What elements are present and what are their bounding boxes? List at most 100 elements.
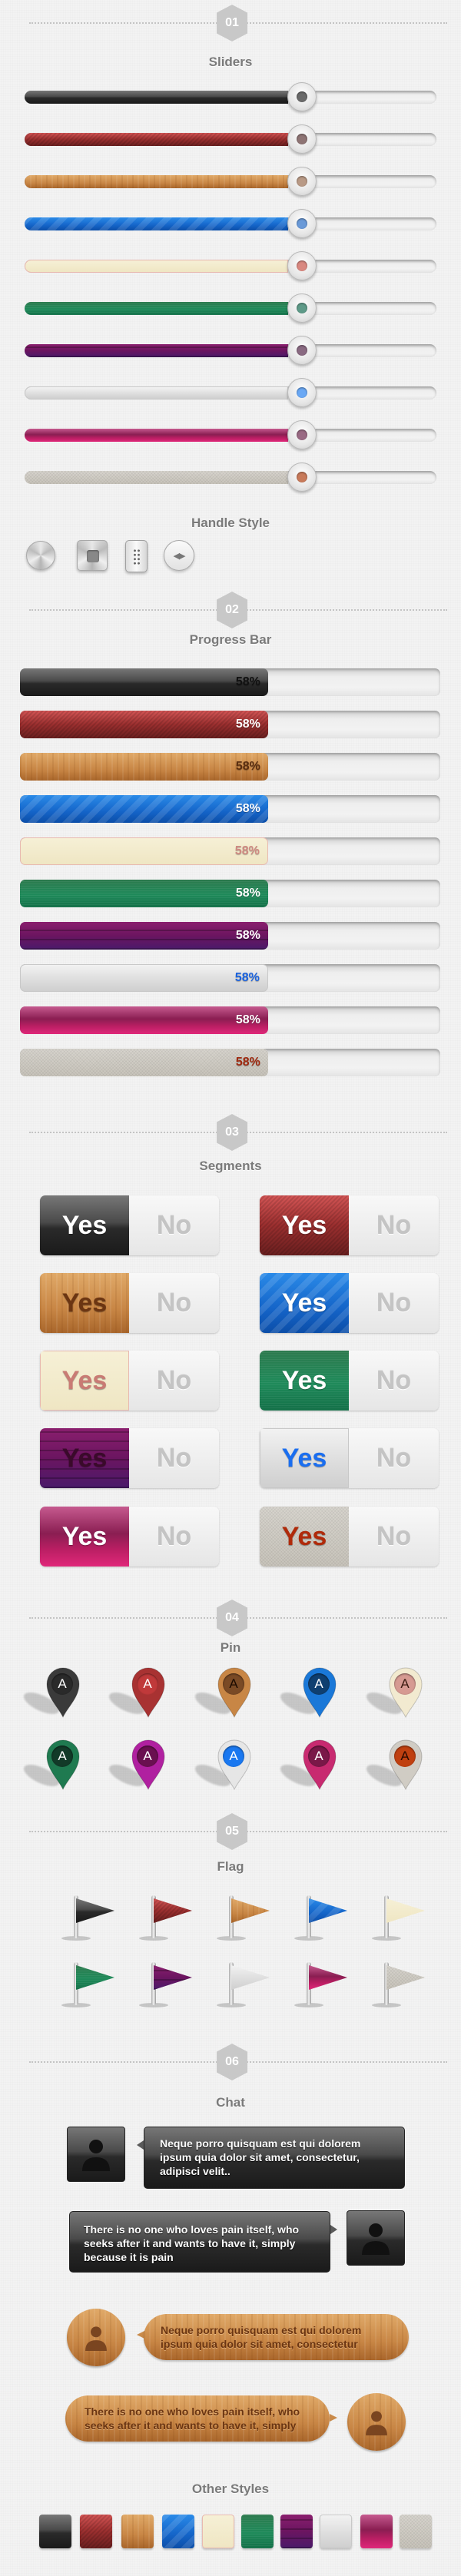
progress-label: 58%	[235, 802, 260, 815]
segment-control-blue: Yes No	[260, 1273, 439, 1333]
flag-wood[interactable]	[217, 1895, 272, 1941]
slider-handle[interactable]	[287, 293, 317, 323]
segment-no-option[interactable]: No	[349, 1507, 439, 1566]
map-pin-wood[interactable]: A	[192, 1666, 252, 1719]
style-swatch-linen[interactable]	[400, 2515, 432, 2548]
map-pin-linen[interactable]: A	[363, 1739, 423, 1791]
slider-handle[interactable]	[287, 167, 317, 196]
chat-avatar[interactable]	[67, 2127, 125, 2182]
segment-yes-option[interactable]: Yes	[40, 1507, 129, 1566]
segment-no-option[interactable]: No	[349, 1273, 439, 1333]
style-swatch-green[interactable]	[241, 2515, 274, 2548]
flag-linen[interactable]	[372, 1962, 427, 2007]
left-right-arrows-icon: ◀▶	[173, 551, 186, 561]
slider-red[interactable]	[25, 124, 436, 154]
square-brushed-knob[interactable]	[77, 540, 108, 571]
segment-yes-option[interactable]: Yes	[260, 1273, 349, 1333]
segment-yes-option[interactable]: Yes	[260, 1507, 349, 1566]
map-pin-blue[interactable]: A	[277, 1666, 337, 1719]
segment-yes-option[interactable]: Yes	[40, 1428, 129, 1488]
flag-blue[interactable]	[294, 1895, 350, 1941]
slider-pink[interactable]	[25, 420, 436, 449]
progress-bar-linen: 58%	[20, 1049, 440, 1076]
segment-no-option[interactable]: No	[349, 1195, 439, 1255]
slider-handle[interactable]	[287, 251, 317, 280]
slider-handle[interactable]	[287, 209, 317, 238]
slider-green[interactable]	[25, 293, 436, 323]
style-swatch-red[interactable]	[80, 2515, 112, 2548]
segment-yes-option[interactable]: Yes	[260, 1428, 349, 1488]
map-pin-purple[interactable]: A	[106, 1739, 166, 1791]
map-pin-black[interactable]: A	[21, 1666, 81, 1719]
style-swatch-pink[interactable]	[360, 2515, 393, 2548]
segment-no-option[interactable]: No	[349, 1351, 439, 1411]
style-swatch-black[interactable]	[39, 2515, 71, 2548]
segment-yes-option[interactable]: Yes	[40, 1351, 129, 1411]
flag-cloth-icon	[309, 1965, 347, 1990]
arrows-knob[interactable]: ◀▶	[164, 540, 194, 571]
chat-avatar[interactable]	[347, 2393, 406, 2451]
round-brushed-knob[interactable]	[26, 541, 55, 570]
flag-black[interactable]	[61, 1895, 117, 1941]
segment-yes-option[interactable]: Yes	[260, 1195, 349, 1255]
chat-avatar[interactable]	[67, 2309, 125, 2366]
segment-yes-option[interactable]: Yes	[260, 1351, 349, 1411]
slider-linen[interactable]	[25, 462, 436, 492]
slider-purple[interactable]	[25, 336, 436, 365]
slider-fill	[25, 302, 289, 315]
progress-label: 58%	[235, 887, 260, 900]
flag-silver[interactable]	[217, 1962, 272, 2007]
style-swatch-blue[interactable]	[162, 2515, 194, 2548]
pin-letter-badge: A	[394, 1673, 416, 1695]
segment-no-option[interactable]: No	[129, 1507, 219, 1566]
slider-silver[interactable]	[25, 378, 436, 407]
segment-control-wood: Yes No	[40, 1273, 219, 1333]
pin-letter-badge: A	[308, 1673, 330, 1695]
segment-control-silver: Yes No	[260, 1428, 439, 1488]
segment-no-option[interactable]: No	[129, 1195, 219, 1255]
segment-no-option[interactable]: No	[349, 1428, 439, 1488]
slider-wood[interactable]	[25, 167, 436, 196]
style-swatch-purple[interactable]	[280, 2515, 313, 2548]
flag-paper[interactable]	[372, 1895, 427, 1941]
style-swatch-silver[interactable]	[320, 2515, 352, 2548]
segment-control-green: Yes No	[260, 1351, 439, 1411]
slider-paper[interactable]	[25, 251, 436, 280]
map-pin-pink[interactable]: A	[277, 1739, 337, 1791]
slider-handle-dot	[297, 260, 308, 271]
segment-yes-option[interactable]: Yes	[40, 1195, 129, 1255]
grip-dots-knob[interactable]	[125, 540, 148, 572]
slider-fill	[25, 133, 289, 146]
segment-no-option[interactable]: No	[129, 1351, 219, 1411]
progress-fill: 58%	[20, 922, 268, 950]
flag-red[interactable]	[139, 1895, 194, 1941]
slider-handle[interactable]	[287, 124, 317, 154]
map-pin-red[interactable]: A	[106, 1666, 166, 1719]
style-swatch-wood[interactable]	[121, 2515, 154, 2548]
progress-label: 58%	[234, 844, 260, 857]
slider-black[interactable]	[25, 82, 436, 111]
map-pin-green[interactable]: A	[21, 1739, 81, 1791]
flag-cloth-icon	[154, 1898, 192, 1923]
segment-no-option[interactable]: No	[129, 1273, 219, 1333]
style-swatch-paper[interactable]	[202, 2515, 234, 2548]
flag-purple[interactable]	[139, 1962, 194, 2007]
slider-blue[interactable]	[25, 209, 436, 238]
map-pin-silver[interactable]: A	[192, 1739, 252, 1791]
map-pin-paper[interactable]: A	[363, 1666, 423, 1719]
segment-control-purple: Yes No	[40, 1428, 219, 1488]
square-knob-center	[87, 550, 99, 562]
slider-handle[interactable]	[287, 462, 317, 492]
slider-handle-dot	[297, 472, 308, 482]
segment-no-option[interactable]: No	[129, 1428, 219, 1488]
slider-handle[interactable]	[287, 82, 317, 111]
slider-handle[interactable]	[287, 336, 317, 365]
user-silhouette-icon	[85, 2326, 107, 2351]
segment-yes-option[interactable]: Yes	[40, 1273, 129, 1333]
slider-handle[interactable]	[287, 378, 317, 407]
slider-handle[interactable]	[287, 420, 317, 449]
chat-avatar[interactable]	[347, 2210, 405, 2266]
flag-pink[interactable]	[294, 1962, 350, 2007]
pin-letter-badge: A	[137, 1746, 158, 1767]
flag-green[interactable]	[61, 1962, 117, 2007]
